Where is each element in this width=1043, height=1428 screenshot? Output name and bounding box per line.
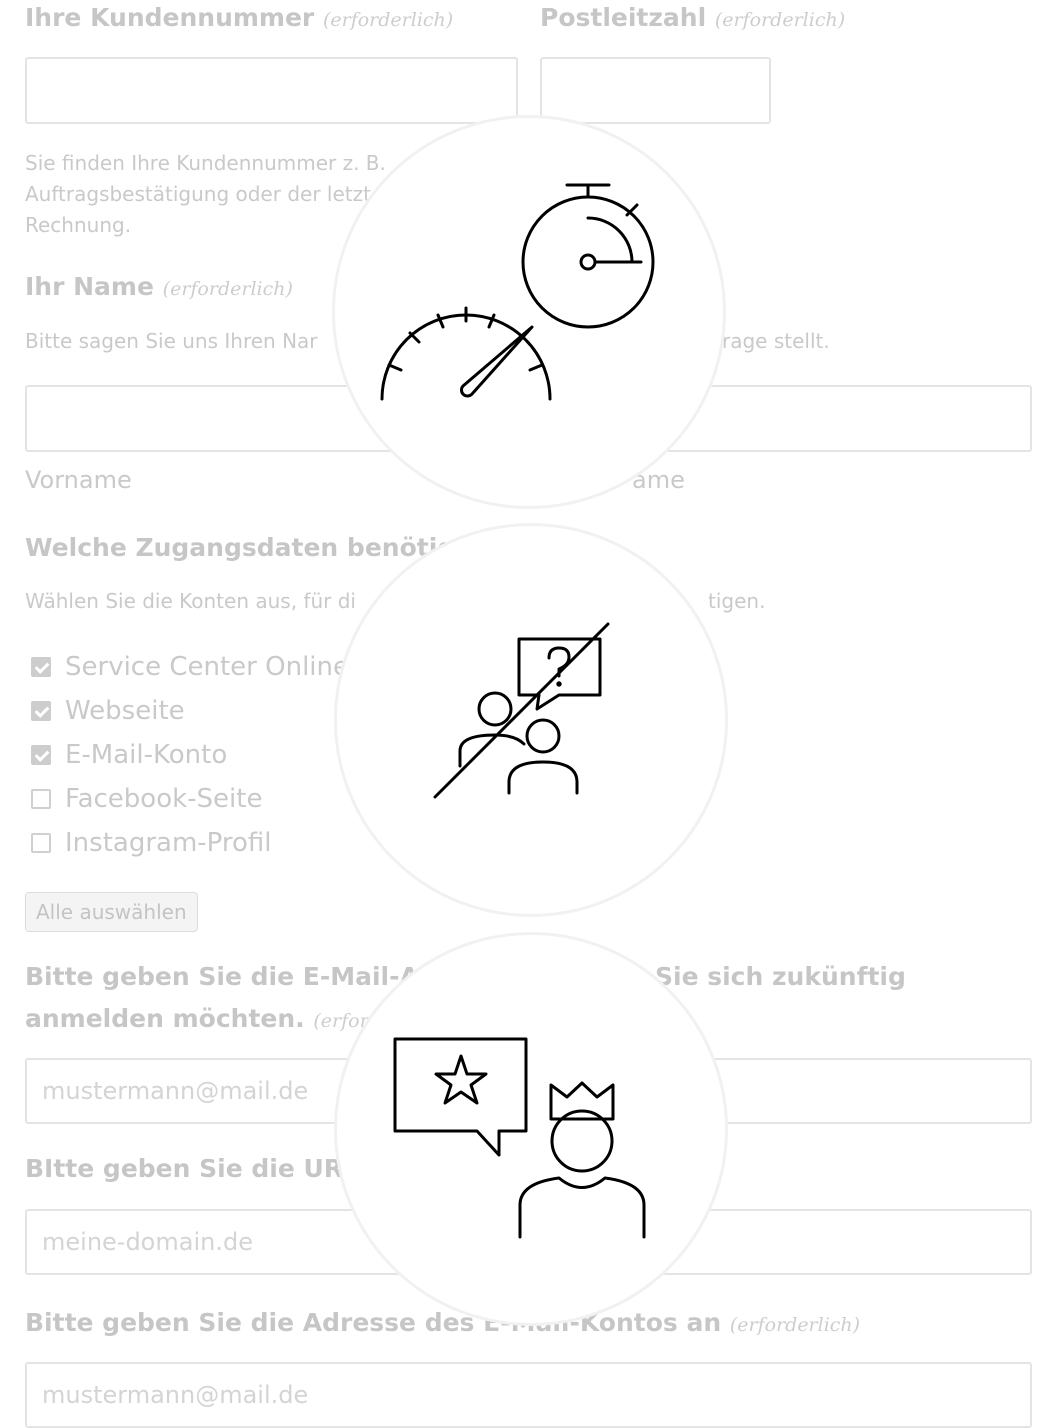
access-help-left: Wählen Sie die Konten aus, für di (25, 589, 356, 613)
customer-number-input[interactable] (25, 57, 518, 124)
name-label-text: Ihr Name (25, 272, 154, 301)
customer-king-rating-icon (393, 1037, 646, 1239)
checkbox-unchecked[interactable] (31, 833, 51, 853)
checkbox-checked[interactable] (31, 701, 51, 721)
name-help-left: Bitte sagen Sie uns Ihren Nar (25, 329, 318, 353)
url-placeholder: meine-domain.de (42, 1228, 253, 1256)
option-label: E-Mail-Konto (65, 740, 228, 770)
postal-code-input[interactable] (540, 57, 771, 124)
option-instagram-profil[interactable]: Instagram-Profil (31, 825, 272, 861)
required-hint: (erforderlich) (322, 9, 454, 31)
no-questions-people-icon (433, 622, 610, 799)
customer-king-illustration (334, 932, 728, 1326)
option-webseite[interactable]: Webseite (31, 693, 185, 729)
mailbox-placeholder: mustermann@mail.de (42, 1381, 309, 1409)
option-label: Facebook-Seite (65, 784, 263, 814)
required-hint: (erforderlich) (714, 9, 846, 31)
name-label: Ihr Name (erforderlich) (25, 272, 293, 301)
name-help-right: rage stellt. (722, 329, 830, 353)
option-label: Webseite (65, 696, 185, 726)
postal-code-label-text: Postleitzahl (540, 3, 707, 32)
customer-number-label: Ihre Kundennummer (erforderlich) (25, 3, 453, 32)
no-questions-illustration (334, 523, 728, 917)
customer-number-label-text: Ihre Kundennummer (25, 3, 315, 32)
option-label: Instagram-Profil (65, 828, 272, 858)
postal-code-label: Postleitzahl (erforderlich) (540, 3, 845, 32)
login-email-label-text: anmelden möchten. (25, 1004, 305, 1033)
checkbox-checked[interactable] (31, 657, 51, 677)
first-name-sublabel: Vorname (25, 466, 132, 494)
login-email-label-line2: anmelden möchten. (erfor (25, 1004, 369, 1033)
option-label: Service Center Online (65, 652, 349, 682)
required-hint: (erforderlich) (729, 1314, 861, 1336)
option-email-konto[interactable]: E-Mail-Konto (31, 737, 227, 773)
url-label: BItte geben Sie die URL (25, 1154, 359, 1183)
speed-illustration (332, 115, 726, 509)
option-service-center-online[interactable]: Service Center Online (31, 649, 349, 685)
checkbox-checked[interactable] (31, 745, 51, 765)
mailbox-input[interactable]: mustermann@mail.de (25, 1362, 1032, 1428)
select-all-button[interactable]: Alle auswählen (25, 892, 198, 932)
login-email-placeholder: mustermann@mail.de (42, 1077, 309, 1105)
option-facebook-seite[interactable]: Facebook-Seite (31, 781, 262, 817)
checkbox-unchecked[interactable] (31, 789, 51, 809)
required-hint: (erforderlich) (162, 278, 293, 300)
speedometer-stopwatch-icon (380, 183, 655, 401)
